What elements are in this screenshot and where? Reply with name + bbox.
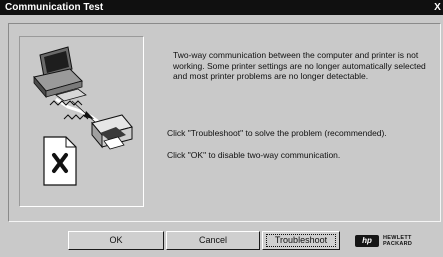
troubleshoot-hint: Click "Troubleshoot" to solve the proble…	[167, 128, 387, 138]
close-icon: X	[434, 2, 441, 13]
ok-button-label: OK	[109, 235, 123, 245]
illustration-graphic	[33, 46, 133, 186]
illustration-box	[19, 36, 144, 207]
status-message: Two-way communication between the comput…	[173, 50, 426, 81]
troubleshoot-button-label: Troubleshoot	[274, 235, 328, 245]
communication-lines-icon	[49, 97, 101, 125]
computer-icon	[33, 46, 87, 102]
ok-button[interactable]: OK	[68, 231, 164, 250]
title-bar: Communication Test X	[0, 0, 443, 15]
communication-test-dialog: Communication Test X Two-way communicati…	[0, 0, 443, 257]
document-error-icon	[43, 136, 77, 186]
window-title: Communication Test	[5, 2, 104, 13]
hp-badge-text: hp	[362, 236, 372, 245]
cancel-button[interactable]: Cancel	[166, 231, 260, 250]
cancel-button-label: Cancel	[198, 235, 227, 245]
troubleshoot-button[interactable]: Troubleshoot	[262, 231, 340, 250]
ok-hint: Click "OK" to disable two-way communicat…	[167, 150, 341, 160]
close-button[interactable]: X	[432, 1, 443, 14]
hp-badge: hp	[355, 235, 379, 247]
hewlett-packard-logo: hp HEWLETT PACKARD	[355, 234, 427, 248]
brand-line-2: PACKARD	[383, 241, 413, 247]
